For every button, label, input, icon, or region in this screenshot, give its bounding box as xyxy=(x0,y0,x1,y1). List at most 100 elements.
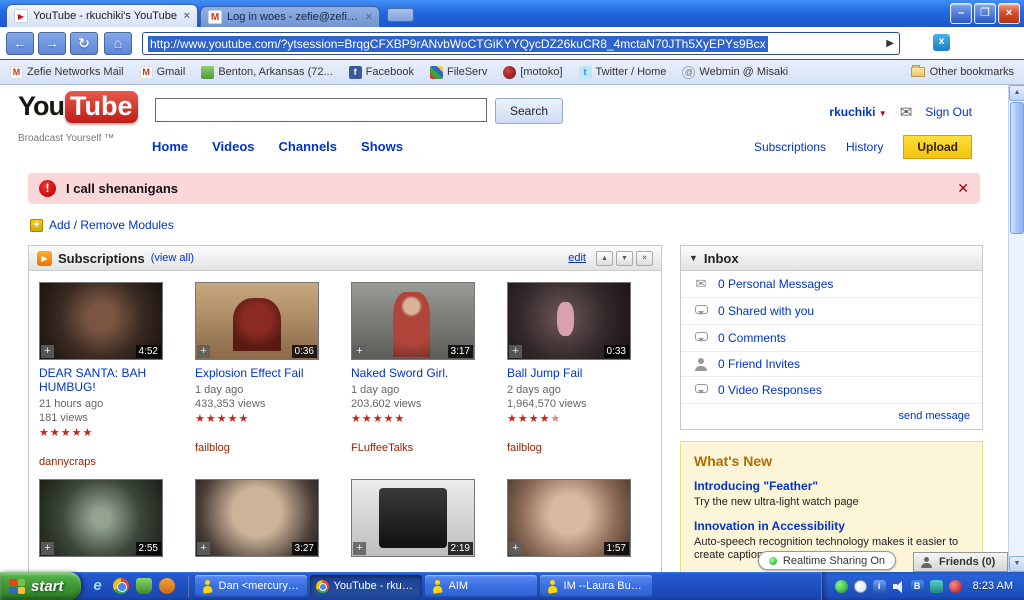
scrollbar-thumb[interactable] xyxy=(1010,102,1024,234)
bookmark-item[interactable]: Webmin @ Misaki xyxy=(682,66,788,79)
scroll-up-icon[interactable]: ▲ xyxy=(1009,85,1024,101)
scroll-down-icon[interactable]: ▼ xyxy=(1009,556,1024,572)
nav-home[interactable]: Home xyxy=(152,139,188,154)
add-to-quicklist-icon[interactable]: + xyxy=(509,345,522,358)
taskbar-window-button[interactable]: IM --Laura Bud... xyxy=(540,575,652,597)
video-title-link[interactable]: DEAR SANTA: BAH HUMBUG! xyxy=(39,366,187,394)
search-input[interactable] xyxy=(155,98,487,122)
messages-envelope-icon[interactable]: ✉ xyxy=(900,103,913,121)
star-rating[interactable]: ★★★★★ xyxy=(351,413,499,425)
video-username-link[interactable]: dannycraps xyxy=(39,456,96,468)
nav-channels[interactable]: Channels xyxy=(279,139,338,154)
send-message-link[interactable]: send message xyxy=(898,410,970,422)
bookmark-item[interactable]: Twitter / Home xyxy=(579,66,667,79)
tab-close-icon[interactable]: × xyxy=(184,11,190,22)
inbox-item-link[interactable]: 0 Shared with you xyxy=(718,304,814,318)
back-button[interactable]: ← xyxy=(6,32,34,55)
quick-launch-icon[interactable] xyxy=(136,578,152,594)
video-thumbnail[interactable]: + 2:55 xyxy=(39,479,163,557)
extension-icon[interactable]: x xyxy=(933,34,950,51)
add-remove-modules[interactable]: + Add / Remove Modules xyxy=(30,218,174,232)
bookmark-item[interactable]: FileServ xyxy=(430,66,487,79)
add-to-quicklist-icon[interactable]: + xyxy=(353,345,366,358)
sign-out-link[interactable]: Sign Out xyxy=(925,105,972,119)
tray-icon[interactable]: i xyxy=(873,580,886,593)
quick-launch-icon[interactable] xyxy=(159,578,175,594)
whats-new-link[interactable]: Introducing "Feather" xyxy=(694,479,969,493)
tray-icon[interactable] xyxy=(930,580,943,593)
realtime-sharing-toggle[interactable]: Realtime Sharing On xyxy=(758,551,896,570)
star-rating[interactable]: ★★★★★ xyxy=(195,413,343,425)
taskbar-window-button[interactable]: Dan <mercuryli... xyxy=(195,575,307,597)
video-thumbnail[interactable]: + 3:27 xyxy=(195,479,319,557)
reload-button[interactable]: ↻ xyxy=(70,32,98,55)
home-button[interactable]: ⌂ xyxy=(104,32,132,55)
username-menu[interactable]: rkuchiki ▼ xyxy=(829,105,886,119)
new-tab-button[interactable] xyxy=(387,8,414,22)
close-button[interactable]: × xyxy=(998,3,1020,24)
video-username-link[interactable]: failblog xyxy=(195,442,230,454)
bookmark-item[interactable]: Gmail xyxy=(140,66,186,79)
inbox-item-link[interactable]: 0 Personal Messages xyxy=(718,277,833,291)
view-all-link[interactable]: (view all) xyxy=(151,252,194,264)
upload-button[interactable]: Upload xyxy=(903,135,972,159)
nav-shows[interactable]: Shows xyxy=(361,139,403,154)
start-button[interactable]: start xyxy=(0,572,81,600)
quick-launch-icon[interactable] xyxy=(113,578,129,594)
video-thumbnail[interactable]: + 0:36 xyxy=(195,282,319,360)
inbox-item-link[interactable]: 0 Comments xyxy=(718,331,786,345)
friends-bar[interactable]: Friends (0) xyxy=(913,552,1008,572)
add-remove-modules-link[interactable]: Add / Remove Modules xyxy=(49,218,174,232)
video-username-link[interactable]: FLuffeeTalks xyxy=(351,442,413,454)
add-to-quicklist-icon[interactable]: + xyxy=(197,345,210,358)
add-to-quicklist-icon[interactable]: + xyxy=(353,542,366,555)
bookmark-item[interactable]: Zefie Networks Mail xyxy=(10,66,124,79)
bookmark-item[interactable]: Benton, Arkansas (72... xyxy=(201,66,332,79)
volume-icon[interactable] xyxy=(892,580,905,593)
move-down-icon[interactable]: ▼ xyxy=(616,251,633,266)
tray-icon[interactable] xyxy=(854,580,867,593)
tab-youtube[interactable]: ▶ YouTube - rkuchiki's YouTube × xyxy=(6,4,198,27)
video-thumbnail[interactable]: + 2:19 xyxy=(351,479,475,557)
module-close-icon[interactable]: ✕ xyxy=(636,251,653,266)
vertical-scrollbar[interactable]: ▲ ▼ xyxy=(1008,85,1024,572)
collapse-triangle-icon[interactable]: ▼ xyxy=(689,253,698,263)
video-title-link[interactable]: Explosion Effect Fail xyxy=(195,366,343,380)
other-bookmarks[interactable]: Other bookmarks xyxy=(911,66,1014,78)
restore-button[interactable]: ❐ xyxy=(974,3,996,24)
bookmark-item[interactable]: [motoko] xyxy=(503,66,562,79)
edit-link[interactable]: edit xyxy=(568,252,586,264)
go-icon[interactable]: ▶ xyxy=(886,38,894,49)
inbox-module-header[interactable]: ▼ Inbox xyxy=(681,246,982,271)
bluetooth-icon[interactable]: B xyxy=(911,580,924,593)
forward-button[interactable]: → xyxy=(38,32,66,55)
taskbar-window-button[interactable]: AIM xyxy=(425,575,537,597)
ie-icon[interactable]: e xyxy=(90,578,106,594)
whats-new-link[interactable]: Innovation in Accessibility xyxy=(694,519,969,533)
star-rating[interactable]: ★★★★★ xyxy=(39,427,187,439)
video-title-link[interactable]: Ball Jump Fail xyxy=(507,366,655,380)
add-to-quicklist-icon[interactable]: + xyxy=(41,345,54,358)
minimize-button[interactable]: – xyxy=(950,3,972,24)
search-button[interactable]: Search xyxy=(495,98,563,124)
star-rating[interactable]: ★★★★★ xyxy=(507,413,655,425)
alert-close-icon[interactable]: ✕ xyxy=(957,180,969,197)
bookmark-item[interactable]: Facebook xyxy=(349,66,414,79)
add-to-quicklist-icon[interactable]: + xyxy=(197,542,210,555)
history-link[interactable]: History xyxy=(846,140,883,154)
taskbar-window-button[interactable]: YouTube - rkuc... xyxy=(310,575,422,597)
youtube-logo[interactable]: YouTube Broadcast Yourself ™ xyxy=(18,91,138,154)
video-title-link[interactable]: Naked Sword Girl. xyxy=(351,366,499,380)
inbox-item-link[interactable]: 0 Video Responses xyxy=(718,383,822,397)
tray-icon[interactable] xyxy=(949,580,962,593)
inbox-item-link[interactable]: 0 Friend Invites xyxy=(718,357,800,371)
tab-gmail[interactable]: M Log in woes - zefie@zefie... × xyxy=(200,6,380,27)
tab-close-icon[interactable]: × xyxy=(366,12,372,23)
nav-videos[interactable]: Videos xyxy=(212,139,254,154)
move-up-icon[interactable]: ▲ xyxy=(596,251,613,266)
video-thumbnail[interactable]: + 3:17 xyxy=(351,282,475,360)
video-username-link[interactable]: failblog xyxy=(507,442,542,454)
add-to-quicklist-icon[interactable]: + xyxy=(509,542,522,555)
address-bar[interactable]: http://www.youtube.com/?ytsession=BrqgCF… xyxy=(142,32,900,55)
video-thumbnail[interactable]: + 0:33 xyxy=(507,282,631,360)
